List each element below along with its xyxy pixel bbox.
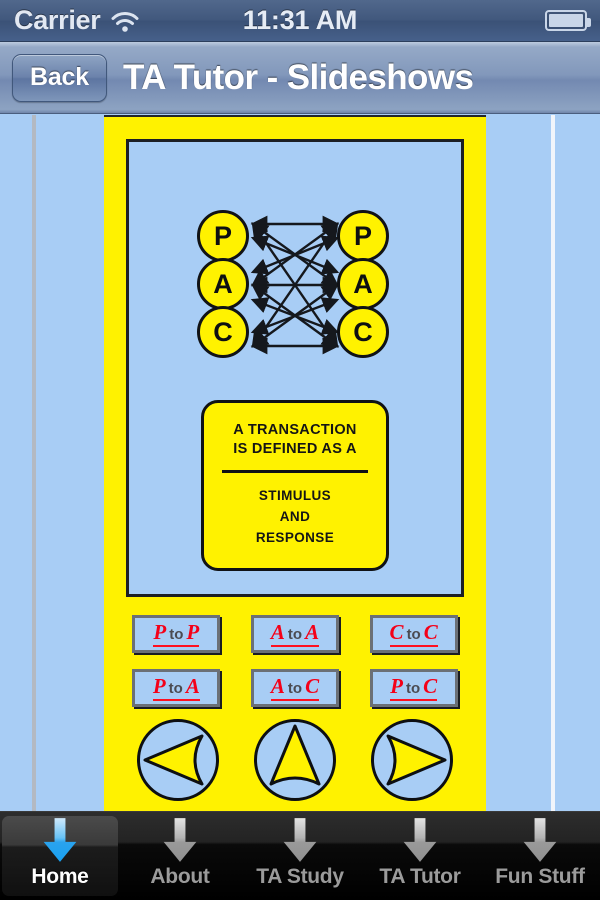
pac-node-left-c: C	[197, 306, 249, 358]
transaction-from: A	[270, 620, 285, 645]
pac-node-left-p: P	[197, 210, 249, 262]
transaction-from: P	[152, 674, 166, 699]
transaction-button-grid: Pto P Ato A Cto C Pto A A to C P to C	[122, 615, 468, 707]
previous-slide-button[interactable]	[137, 719, 220, 801]
transaction-to-label: to	[405, 680, 421, 698]
transaction-button-c-to-c[interactable]: Cto C	[369, 615, 458, 653]
pac-node-left-a: A	[197, 258, 249, 310]
transaction-button-p-to-p[interactable]: Pto P	[132, 615, 221, 653]
transaction-button-a-to-c[interactable]: Ato C	[250, 669, 339, 707]
right-rail	[551, 115, 555, 812]
back-button[interactable]: Back	[12, 53, 107, 102]
tab-about[interactable]: About	[122, 816, 238, 896]
battery-icon	[545, 10, 591, 31]
app-screen: Carrier 11:31 AM Back TA Tutor - Slidesh…	[0, 0, 600, 900]
status-bar: Carrier 11:31 AM	[0, 0, 600, 42]
transaction-to-label: to	[287, 626, 303, 644]
definition-line-1: A TRANSACTION	[233, 422, 357, 438]
tab-label-ta-study: TA Study	[256, 865, 344, 888]
transaction-button-a-to-a[interactable]: Ato A	[250, 615, 339, 653]
arrow-right-icon	[374, 722, 450, 798]
tab-ta-tutor[interactable]: TA Tutor	[362, 816, 478, 896]
transaction-from: P	[153, 620, 167, 645]
tab-fun-stuff[interactable]: Fun Stuff	[482, 816, 598, 896]
transaction-to: C	[423, 620, 438, 645]
arrow-left-icon	[140, 722, 216, 798]
definition-line-2: IS DEFINED AS A	[233, 441, 357, 457]
pac-node-right-c: C	[337, 306, 389, 358]
transaction-from: A	[270, 674, 285, 699]
tab-bar: Home About TA Study TA Tutor Fun Stuff	[0, 811, 600, 900]
left-rail	[32, 115, 36, 812]
transaction-to-label: to	[169, 626, 184, 644]
transaction-to: P	[186, 620, 200, 645]
pac-node-right-p: P	[337, 210, 389, 262]
tab-label-about: About	[150, 865, 210, 888]
transaction-to: C	[423, 674, 438, 699]
down-arrow-icon	[160, 816, 200, 864]
tab-label-ta-tutor: TA Tutor	[379, 865, 461, 888]
transaction-to-label: to	[406, 626, 421, 644]
transaction-button-p-to-c[interactable]: Pto C	[369, 669, 458, 707]
content-area: P A C P A C A TRANSACTION IS DEFINED AS …	[0, 115, 600, 812]
definition-divider	[222, 470, 368, 473]
pac-transaction-diagram: P A C P A C	[181, 210, 409, 360]
transaction-to: C	[305, 674, 320, 699]
transaction-to-label: to	[168, 680, 183, 698]
definition-line-3: STIMULUS	[258, 488, 332, 503]
down-arrow-icon	[520, 816, 560, 864]
slide-canvas: P A C P A C A TRANSACTION IS DEFINED AS …	[126, 139, 464, 597]
slideshow-panel: P A C P A C A TRANSACTION IS DEFINED AS …	[104, 115, 486, 812]
pac-node-right-a: A	[337, 258, 389, 310]
down-arrow-icon	[280, 816, 320, 864]
pac-arrow-network	[249, 212, 341, 358]
slide-navigation-controls	[120, 719, 470, 801]
definition-line-4: AND	[279, 509, 311, 524]
tab-home[interactable]: Home	[2, 816, 118, 896]
down-arrow-icon	[40, 816, 80, 864]
transaction-from: C	[389, 620, 404, 645]
transaction-button-p-to-a[interactable]: Pto A	[132, 669, 221, 707]
definition-box: A TRANSACTION IS DEFINED AS A STIMULUS A…	[201, 400, 389, 571]
definition-line-5: RESPONSE	[255, 530, 335, 545]
transaction-to: A	[305, 620, 320, 645]
navigation-bar: Back TA Tutor - Slideshows	[0, 42, 600, 114]
down-arrow-icon	[400, 816, 440, 864]
arrow-up-icon	[257, 722, 333, 798]
pac-column-right: P A C	[337, 210, 393, 358]
status-bar-clock: 11:31 AM	[242, 5, 358, 35]
pac-column-left: P A C	[197, 210, 253, 358]
tab-ta-study[interactable]: TA Study	[242, 816, 358, 896]
tab-label-fun-stuff: Fun Stuff	[495, 865, 585, 888]
transaction-to-label: to	[287, 680, 303, 698]
next-slide-button[interactable]	[370, 719, 453, 801]
transaction-from: P	[390, 674, 403, 699]
page-title: TA Tutor - Slideshows	[122, 57, 474, 97]
tab-label-home: Home	[31, 865, 89, 888]
up-slide-button[interactable]	[253, 719, 336, 801]
transaction-to: A	[185, 674, 200, 699]
